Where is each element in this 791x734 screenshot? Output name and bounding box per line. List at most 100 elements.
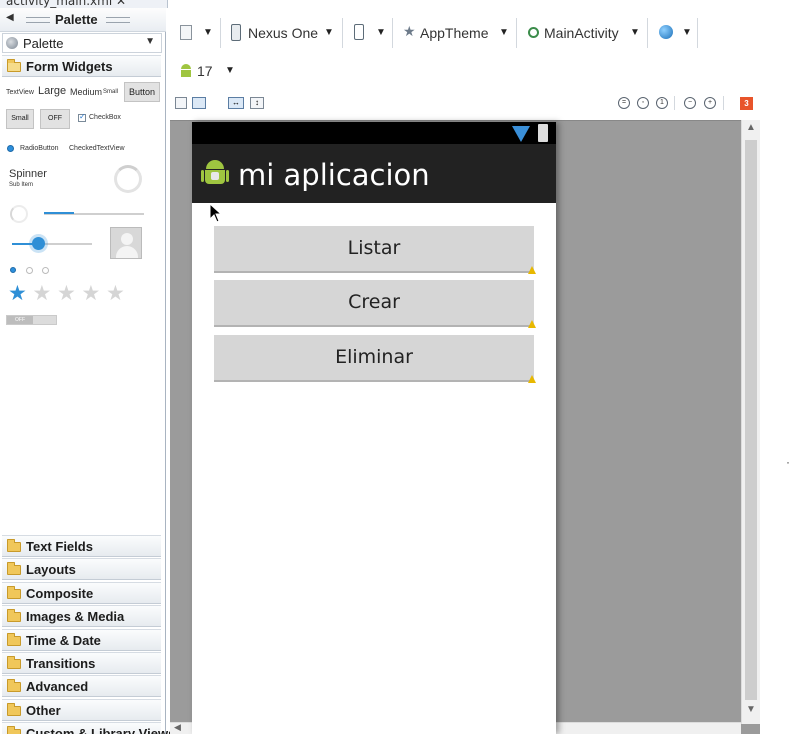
toolbar-separator [392,18,393,48]
editor-tab-activity-main[interactable]: activity_main.xml ✕ [6,0,126,8]
rating-star-icon[interactable]: ★ [8,283,27,304]
theme-selector[interactable]: AppTheme [420,25,488,41]
palette-header: ◀ Palette [0,8,166,32]
category-custom-library-views[interactable]: Custom & Library Views [2,722,175,734]
widget-button[interactable]: Button [124,82,160,102]
folder-icon [7,585,21,599]
fill-width-icon[interactable]: ↔ [228,97,244,109]
folder-icon [7,726,21,734]
rating-star-icon[interactable]: ★ [57,283,76,304]
checkbox-icon[interactable] [78,112,86,122]
rating-star-icon[interactable]: ★ [106,283,125,304]
eliminar-button[interactable]: Eliminar [214,335,534,382]
quick-contact-badge[interactable] [110,227,142,259]
category-other[interactable]: Other [2,698,161,721]
progress-spinner-small-icon[interactable] [10,205,28,223]
collapse-left-icon[interactable]: ◀ [6,12,14,23]
toolbar-separator [342,18,343,48]
fill-height-icon[interactable]: ↕ [250,97,264,109]
toolbar-separator [723,96,724,110]
toolbar-separator [647,18,648,48]
crear-button[interactable]: Crear [214,280,534,327]
orientation-icon[interactable] [354,24,364,40]
category-label: Layouts [26,562,76,578]
rating-bar[interactable]: ★ ★ ★ ★ ★ [8,283,133,306]
scroll-down-icon[interactable]: ▼ [746,704,756,715]
widget-checkbox-label[interactable]: CheckBox [89,114,121,121]
device-preview-screen[interactable]: mi aplicacion Listar Crear Eliminar [192,122,556,734]
radio-group-item-3[interactable] [42,267,49,274]
chevron-down-icon[interactable]: ▼ [203,27,213,38]
category-label: Other [26,702,61,718]
zoom-actual-icon[interactable]: 1 [656,97,668,109]
switch-widget[interactable]: OFF [6,315,57,325]
radio-group-item-1[interactable] [10,267,16,273]
rating-star-icon[interactable]: ★ [82,283,101,304]
category-label: Text Fields [26,539,93,554]
category-form-widgets[interactable]: Form Widgets [2,55,161,77]
app-action-bar: mi aplicacion [192,144,556,203]
activity-selector[interactable]: MainActivity [544,25,619,41]
widget-toggle-button[interactable]: OFF [40,109,70,129]
toolbar-separator [516,18,517,48]
vertical-scrollbar[interactable]: ▲ ▼ [741,120,760,724]
rating-star-icon[interactable]: ★ [33,283,52,304]
grip-right-icon [106,17,130,23]
category-time-date[interactable]: Time & Date [2,628,161,651]
category-label: Custom & Library Views [26,726,176,734]
category-images-media[interactable]: Images & Media [2,605,161,628]
zoom-out-icon[interactable]: − [684,97,696,109]
listar-button[interactable]: Listar [214,226,534,273]
zoom-emulate-icon[interactable]: = [618,97,630,109]
radio-button-icon[interactable] [7,145,14,152]
scroll-left-icon[interactable]: ◀ [174,722,181,733]
scroll-thumb[interactable] [745,140,757,700]
config-file-icon[interactable] [180,25,192,40]
api-level-selector[interactable]: 17 [197,63,213,79]
chevron-down-icon[interactable]: ▼ [630,27,640,38]
widget-small-text[interactable]: Small [103,89,118,95]
widget-medium-text[interactable]: Medium [70,87,102,97]
seekbar-thumb[interactable] [32,237,45,250]
widget-spinner-label[interactable]: Spinner [9,168,47,180]
category-text-fields[interactable]: Text Fields [2,535,161,557]
battery-icon [538,124,548,142]
widget-small-button[interactable]: Small [6,109,34,129]
device-status-bar [192,122,556,144]
chevron-down-icon[interactable]: ▼ [376,27,386,38]
grip-left-icon [26,17,50,23]
chevron-down-icon[interactable]: ▼ [682,27,692,38]
widget-radiobutton-label[interactable]: RadioButton [20,145,59,152]
progress-spinner-large-icon[interactable] [114,165,142,193]
folder-icon [7,702,21,716]
palette-gear-icon [6,37,18,49]
chevron-down-icon[interactable]: ▼ [499,27,509,38]
device-selector[interactable]: Nexus One [248,25,318,41]
form-widgets-preview: TextView Large Medium Small Button Small… [2,79,162,539]
layout-toggle-horizontal-icon[interactable] [192,97,206,109]
zoom-in-icon[interactable]: + [704,97,716,109]
widget-textview[interactable]: TextView [6,89,34,96]
chevron-down-icon[interactable]: ▼ [225,65,235,76]
category-composite[interactable]: Composite [2,581,161,604]
error-count-badge[interactable]: 3 [740,97,753,110]
widget-large-text[interactable]: Large [38,85,66,97]
folder-icon [7,632,21,646]
radio-group-item-2[interactable] [26,267,33,274]
category-advanced[interactable]: Advanced [2,675,161,698]
warning-icon[interactable] [528,266,536,274]
folder-icon [7,539,21,552]
category-layouts[interactable]: Layouts [2,558,161,581]
layout-toggle-vertical-icon[interactable] [175,97,187,109]
chevron-down-icon[interactable]: ▼ [324,27,334,38]
activity-c-icon [528,27,539,38]
folder-icon [7,609,21,623]
folder-icon [7,562,21,576]
zoom-fit-icon[interactable]: ◦ [637,97,649,109]
scroll-up-icon[interactable]: ▲ [746,122,756,133]
warning-icon[interactable] [528,320,536,328]
widget-checked-textview[interactable]: CheckedTextView [69,145,125,152]
warning-icon[interactable] [528,375,536,383]
palette-mode-combo[interactable]: Palette ▼ [2,33,162,53]
category-transitions[interactable]: Transitions [2,652,161,674]
